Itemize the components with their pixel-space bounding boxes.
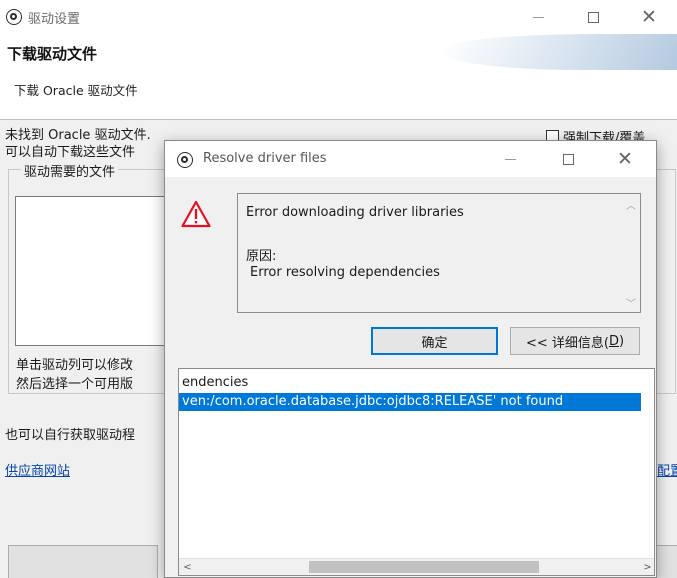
minimize-icon (504, 158, 516, 160)
wizard-header: 下载驱动文件 下载 Oracle 驱动文件 (0, 34, 677, 120)
page-subtitle: 下载 Oracle 驱动文件 (14, 83, 138, 98)
details-line: endencies (182, 375, 249, 390)
dialog-app-icon (177, 152, 193, 168)
minimize-icon (532, 16, 544, 18)
maximize-button[interactable] (570, 0, 616, 34)
chevron-down-icon[interactable]: ﹀ (622, 294, 640, 310)
warning-icon (181, 200, 211, 228)
chevron-right-icon[interactable]: > (639, 559, 654, 575)
dialog-close-button[interactable]: ✕ (602, 141, 648, 177)
details-label-prefix: << 详细信息( (525, 335, 609, 351)
config-link[interactable]: 配置 (657, 460, 677, 479)
vendor-website-link[interactable]: 供应商网站 (5, 460, 70, 479)
app-icon (6, 9, 22, 25)
details-label-suffix: ) (618, 333, 625, 349)
not-found-message: 未找到 Oracle 驱动文件. (5, 128, 151, 143)
message-scrollbar[interactable]: ︿ ﹀ (622, 194, 640, 312)
error-reason-label: 原因: (246, 249, 277, 264)
chevron-left-icon[interactable]: < (179, 559, 196, 575)
error-message-box: Error downloading driver libraries 原因: E… (237, 193, 641, 313)
group-title: 驱动需要的文件 (21, 161, 119, 180)
manual-download-text: 也可以自行获取驱动程 (5, 428, 136, 443)
ok-button[interactable]: 确定 (371, 327, 498, 355)
details-line-selected: ven:/com.oracle.database.jdbc:ojdbc8:REL… (179, 393, 641, 411)
error-message-title: Error downloading driver libraries (246, 205, 464, 220)
details-mnemonic: D (608, 333, 619, 349)
page-title: 下载驱动文件 (7, 45, 98, 63)
wizard-bottom-button[interactable] (8, 545, 158, 578)
auto-download-message: 可以自动下载这些文件 (5, 145, 136, 160)
dialog-titlebar: Resolve driver files ✕ (165, 141, 656, 177)
dialog-title: Resolve driver files (203, 151, 327, 166)
wizard-bottom-button-right[interactable] (654, 545, 677, 578)
hint-text-line-2: 然后选择一个可用版 (16, 377, 134, 392)
minimize-button[interactable] (515, 0, 561, 34)
scrollbar-thumb[interactable] (309, 561, 539, 573)
close-button[interactable]: ✕ (626, 0, 672, 34)
chevron-up-icon[interactable]: ︿ (622, 196, 640, 212)
main-window-title: 驱动设置 (28, 12, 81, 27)
main-titlebar: 驱动设置 ✕ (0, 0, 677, 34)
dialog-minimize-button[interactable] (487, 141, 533, 177)
hint-text-line-1: 单击驱动列可以修改 (16, 358, 134, 373)
close-icon: ✕ (641, 5, 657, 28)
details-button[interactable]: << 详细信息(D) (510, 327, 640, 355)
error-reason-detail: Error resolving dependencies (250, 265, 440, 280)
driver-file-list[interactable] (15, 196, 170, 346)
header-banner-graphic (427, 34, 677, 70)
dialog-maximize-button[interactable] (545, 141, 591, 177)
details-horizontal-scrollbar[interactable]: < > (179, 558, 654, 575)
error-details-text[interactable]: endencies ven:/com.oracle.database.jdbc:… (178, 368, 655, 576)
close-icon: ✕ (617, 147, 633, 170)
maximize-icon (587, 11, 599, 23)
resolve-driver-dialog: Resolve driver files ✕ Error downloading… (164, 140, 657, 578)
maximize-icon (562, 153, 574, 165)
